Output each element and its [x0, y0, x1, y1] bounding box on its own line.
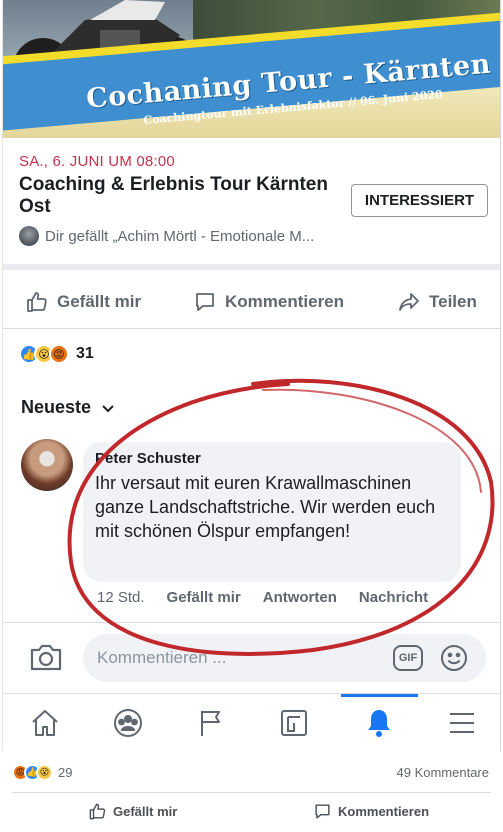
comment-author[interactable]: Peter Schuster: [95, 450, 449, 467]
comment-bubble-icon: [315, 804, 330, 819]
comment: Peter Schuster Ihr versaut mit euren Kra…: [3, 436, 500, 616]
comment-input[interactable]: Kommentieren ... GIF: [83, 634, 486, 682]
comment-time: 12 Std.: [97, 589, 145, 606]
comment-bubble[interactable]: Peter Schuster Ihr versaut mit euren Kra…: [83, 442, 461, 582]
comment-placeholder: Kommentieren ...: [97, 648, 227, 667]
emoji-icon[interactable]: [440, 644, 468, 672]
home-icon: [32, 710, 58, 736]
reaction-summary[interactable]: 👍 😮 😡 31: [19, 344, 94, 364]
flag-icon: [201, 711, 220, 736]
liked-by-row[interactable]: Dir gefällt „Achim Mörtl - Emotionale M.…: [19, 226, 314, 246]
tab-gaming[interactable]: [277, 706, 311, 740]
tab-notifications[interactable]: [362, 706, 396, 740]
camera-icon[interactable]: [29, 642, 63, 672]
comment-bubble-icon: [196, 293, 214, 311]
comment-composer: Kommentieren ... GIF: [3, 626, 500, 692]
comment-button[interactable]: Kommentieren: [193, 290, 344, 314]
share-button[interactable]: Teilen: [397, 290, 477, 314]
tab-menu[interactable]: [445, 706, 479, 740]
interested-button[interactable]: INTERESSIERT: [351, 184, 488, 217]
comment-label: Kommentieren: [225, 292, 345, 311]
comments-count-link[interactable]: 49 Kommentare: [397, 765, 490, 780]
bottom-tab-bar: [3, 693, 500, 751]
thumbs-up-icon: [27, 292, 47, 312]
like-button[interactable]: Gefällt mir: [25, 290, 141, 314]
chevron-down-icon: [102, 404, 114, 412]
reaction-count: 31: [76, 345, 94, 362]
footer-comment-label: Kommentieren: [338, 804, 430, 819]
tab-groups[interactable]: [111, 706, 145, 740]
comment-like-link[interactable]: Gefällt mir: [167, 589, 241, 606]
share-arrow-icon: [399, 293, 419, 311]
angry-reaction-icon: 😡: [49, 344, 69, 364]
footer-like-label: Gefällt mir: [113, 804, 178, 819]
groups-icon: [114, 709, 142, 737]
like-label: Gefällt mir: [57, 292, 142, 311]
share-label: Teilen: [429, 292, 477, 311]
comment-meta: 12 Std. Gefällt mir Antworten Nachricht: [97, 589, 428, 606]
gaming-icon: [281, 710, 307, 736]
comment-text: Ihr versaut mit euren Krawallmaschinen g…: [95, 473, 436, 541]
gif-button[interactable]: GIF: [393, 645, 423, 671]
event-date: SA., 6. JUNI UM 08:00: [19, 153, 175, 170]
footer-like-button[interactable]: Gefällt mir: [88, 802, 177, 821]
tab-pages[interactable]: [194, 706, 228, 740]
friend-avatar: [19, 226, 39, 246]
phone-screenshot: Cochaning Tour - Kärnten Ost Coachingtou…: [2, 0, 501, 751]
liked-by-text: Dir gefällt „Achim Mörtl - Emotionale M.…: [45, 227, 315, 245]
active-tab-indicator: [341, 694, 418, 697]
comment-message-link[interactable]: Nachricht: [359, 589, 428, 606]
event-cover-image[interactable]: Cochaning Tour - Kärnten Ost Coachingtou…: [3, 0, 500, 138]
thumbs-up-icon: [89, 803, 106, 820]
bell-icon: [368, 710, 390, 737]
section-divider: [3, 264, 500, 270]
comment-sort-dropdown[interactable]: Neueste: [21, 397, 115, 418]
wow-reaction-icon: 😮: [36, 764, 53, 781]
sort-label: Neueste: [21, 397, 92, 417]
event-info: SA., 6. JUNI UM 08:00 Coaching & Erlebni…: [3, 138, 500, 264]
post-footer: 😡 👍 😮 29 49 Kommentare Gefällt mir Komme…: [0, 751, 503, 832]
comment-reply-link[interactable]: Antworten: [263, 589, 337, 606]
footer-comment-button[interactable]: Kommentieren: [313, 802, 429, 821]
tab-home[interactable]: [28, 706, 62, 740]
footer-reaction-summary[interactable]: 😡 👍 😮 29: [12, 764, 72, 781]
commenter-avatar[interactable]: [21, 439, 73, 491]
footer-reaction-count: 29: [58, 765, 73, 780]
post-action-bar: Gefällt mir Kommentieren Teilen: [3, 282, 500, 322]
menu-icon: [450, 713, 474, 733]
event-name[interactable]: Coaching & Erlebnis Tour Kärnten Ost: [19, 174, 339, 218]
